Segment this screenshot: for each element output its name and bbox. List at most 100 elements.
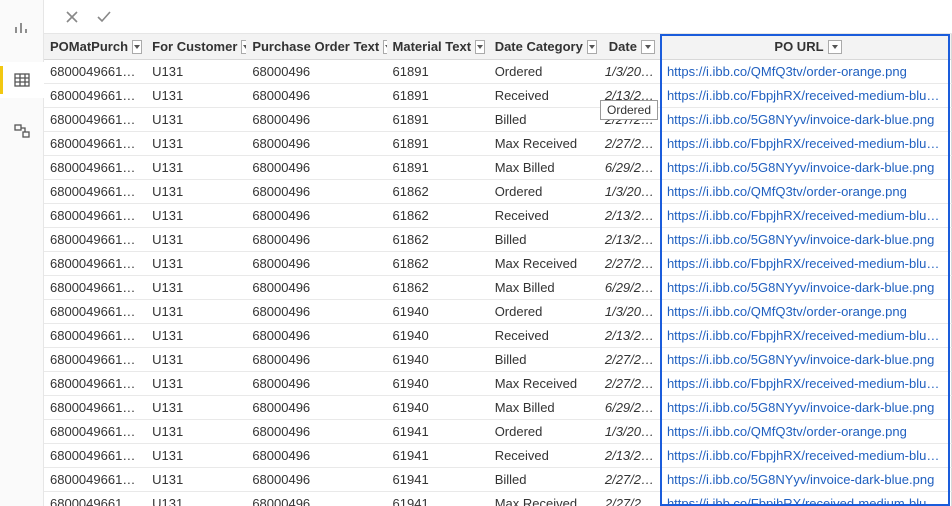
table-cell[interactable]: 61891 [387,108,489,132]
table-cell[interactable]: 6800049661940 [44,396,146,420]
formula-input[interactable] [126,5,938,29]
table-row[interactable]: 6800049661940U1316800049661940Max Billed… [44,396,952,420]
table-cell[interactable]: 6800049661941 [44,492,146,506]
table-cell[interactable]: https://i.ibb.co/5G8NYyv/invoice-dark-bl… [661,156,952,180]
table-cell[interactable]: 61891 [387,156,489,180]
table-cell[interactable]: U131 [146,396,246,420]
table-cell[interactable]: 2/13/2020 [599,204,661,228]
table-row[interactable]: 6800049661891U1316800049661891Billed2/27… [44,108,952,132]
table-cell[interactable]: 61891 [387,84,489,108]
table-row[interactable]: 6800049661891U1316800049661891Received2/… [44,84,952,108]
table-row[interactable]: 6800049661941U1316800049661941Max Receiv… [44,492,952,506]
table-cell[interactable]: Max Received [489,252,599,276]
table-cell[interactable]: 6800049661862 [44,252,146,276]
table-cell[interactable]: 68000496 [246,108,386,132]
table-cell[interactable]: https://i.ibb.co/FbpjhRX/received-medium… [661,372,952,396]
table-cell[interactable]: 6800049661891 [44,108,146,132]
table-cell[interactable]: U131 [146,108,246,132]
table-row[interactable]: 6800049661862U1316800049661862Received2/… [44,204,952,228]
table-cell[interactable]: 2/13/2020 [599,324,661,348]
table-cell[interactable]: U131 [146,228,246,252]
table-cell[interactable]: 6800049661862 [44,204,146,228]
cancel-icon[interactable] [62,7,82,27]
table-cell[interactable]: https://i.ibb.co/FbpjhRX/received-medium… [661,204,952,228]
table-cell[interactable]: 6800049661941 [44,468,146,492]
column-header[interactable]: Date Category [489,34,599,60]
table-row[interactable]: 6800049661891U1316800049661891Max Receiv… [44,132,952,156]
table-cell[interactable]: 61940 [387,396,489,420]
table-cell[interactable]: Ordered [489,420,599,444]
table-cell[interactable]: 61940 [387,300,489,324]
table-cell[interactable]: Received [489,204,599,228]
table-cell[interactable]: 6/29/2020 [599,156,661,180]
table-cell[interactable]: 61941 [387,468,489,492]
table-cell[interactable]: https://i.ibb.co/5G8NYyv/invoice-dark-bl… [661,228,952,252]
table-cell[interactable]: https://i.ibb.co/QMfQ3tv/order-orange.pn… [661,300,952,324]
table-cell[interactable]: 6800049661862 [44,228,146,252]
table-cell[interactable]: U131 [146,444,246,468]
table-cell[interactable]: 6800049661940 [44,300,146,324]
table-cell[interactable]: 68000496 [246,228,386,252]
table-cell[interactable]: 2/27/2020 [599,372,661,396]
table-cell[interactable]: Max Received [489,372,599,396]
table-cell[interactable]: U131 [146,204,246,228]
table-cell[interactable]: 6800049661941 [44,444,146,468]
table-cell[interactable]: 61862 [387,180,489,204]
table-cell[interactable]: Billed [489,228,599,252]
table-cell[interactable]: https://i.ibb.co/FbpjhRX/received-medium… [661,84,952,108]
table-cell[interactable]: Billed [489,348,599,372]
table-cell[interactable]: Ordered [489,60,599,84]
table-cell[interactable]: 68000496 [246,468,386,492]
table-cell[interactable]: 68000496 [246,132,386,156]
table-cell[interactable]: 61941 [387,444,489,468]
filter-dropdown-button[interactable] [132,40,142,54]
table-cell[interactable]: 61941 [387,492,489,506]
filter-dropdown-button[interactable] [475,40,485,54]
table-cell[interactable]: 6800049661862 [44,180,146,204]
table-row[interactable]: 6800049661940U1316800049661940Max Receiv… [44,372,952,396]
table-cell[interactable]: 6800049661891 [44,156,146,180]
table-cell[interactable]: https://i.ibb.co/QMfQ3tv/order-orange.pn… [661,180,952,204]
table-cell[interactable]: 68000496 [246,180,386,204]
table-cell[interactable]: 68000496 [246,444,386,468]
table-cell[interactable]: U131 [146,132,246,156]
table-cell[interactable]: 6800049661862 [44,276,146,300]
table-cell[interactable]: https://i.ibb.co/FbpjhRX/received-medium… [661,132,952,156]
table-cell[interactable]: Billed [489,468,599,492]
table-cell[interactable]: 6800049661891 [44,132,146,156]
commit-icon[interactable] [94,7,114,27]
table-cell[interactable]: https://i.ibb.co/5G8NYyv/invoice-dark-bl… [661,468,952,492]
table-cell[interactable]: 61891 [387,132,489,156]
table-cell[interactable]: 68000496 [246,396,386,420]
table-cell[interactable]: Received [489,324,599,348]
table-cell[interactable]: https://i.ibb.co/FbpjhRX/received-medium… [661,324,952,348]
table-cell[interactable]: 68000496 [246,324,386,348]
table-cell[interactable]: Received [489,84,599,108]
table-cell[interactable]: 2/27/2020 [599,492,661,506]
table-cell[interactable]: https://i.ibb.co/FbpjhRX/received-medium… [661,492,952,506]
table-cell[interactable]: https://i.ibb.co/FbpjhRX/received-medium… [661,444,952,468]
table-row[interactable]: 6800049661862U1316800049661862Max Billed… [44,276,952,300]
table-row[interactable]: 6800049661891U1316800049661891Ordered1/3… [44,60,952,84]
table-cell[interactable]: 6800049661940 [44,348,146,372]
table-row[interactable]: 6800049661941U1316800049661941Billed2/27… [44,468,952,492]
column-header[interactable]: Material Text [387,34,489,60]
table-row[interactable]: 6800049661941U1316800049661941Ordered1/3… [44,420,952,444]
table-cell[interactable]: U131 [146,252,246,276]
table-cell[interactable]: U131 [146,372,246,396]
column-header[interactable]: POMatPurch [44,34,146,60]
table-cell[interactable]: 6800049661941 [44,420,146,444]
table-cell[interactable]: 61940 [387,348,489,372]
table-cell[interactable]: https://i.ibb.co/5G8NYyv/invoice-dark-bl… [661,396,952,420]
table-cell[interactable]: 61862 [387,252,489,276]
table-cell[interactable]: https://i.ibb.co/QMfQ3tv/order-orange.pn… [661,420,952,444]
column-header[interactable]: Date [599,34,661,60]
report-view-button[interactable] [0,10,44,46]
column-header[interactable]: PO URL [661,34,952,60]
table-cell[interactable]: 2/13/2020 [599,444,661,468]
table-cell[interactable]: Billed [489,108,599,132]
table-cell[interactable]: U131 [146,492,246,506]
table-cell[interactable]: 6800049661940 [44,324,146,348]
table-cell[interactable]: Ordered [489,180,599,204]
filter-dropdown-button[interactable] [587,40,597,54]
